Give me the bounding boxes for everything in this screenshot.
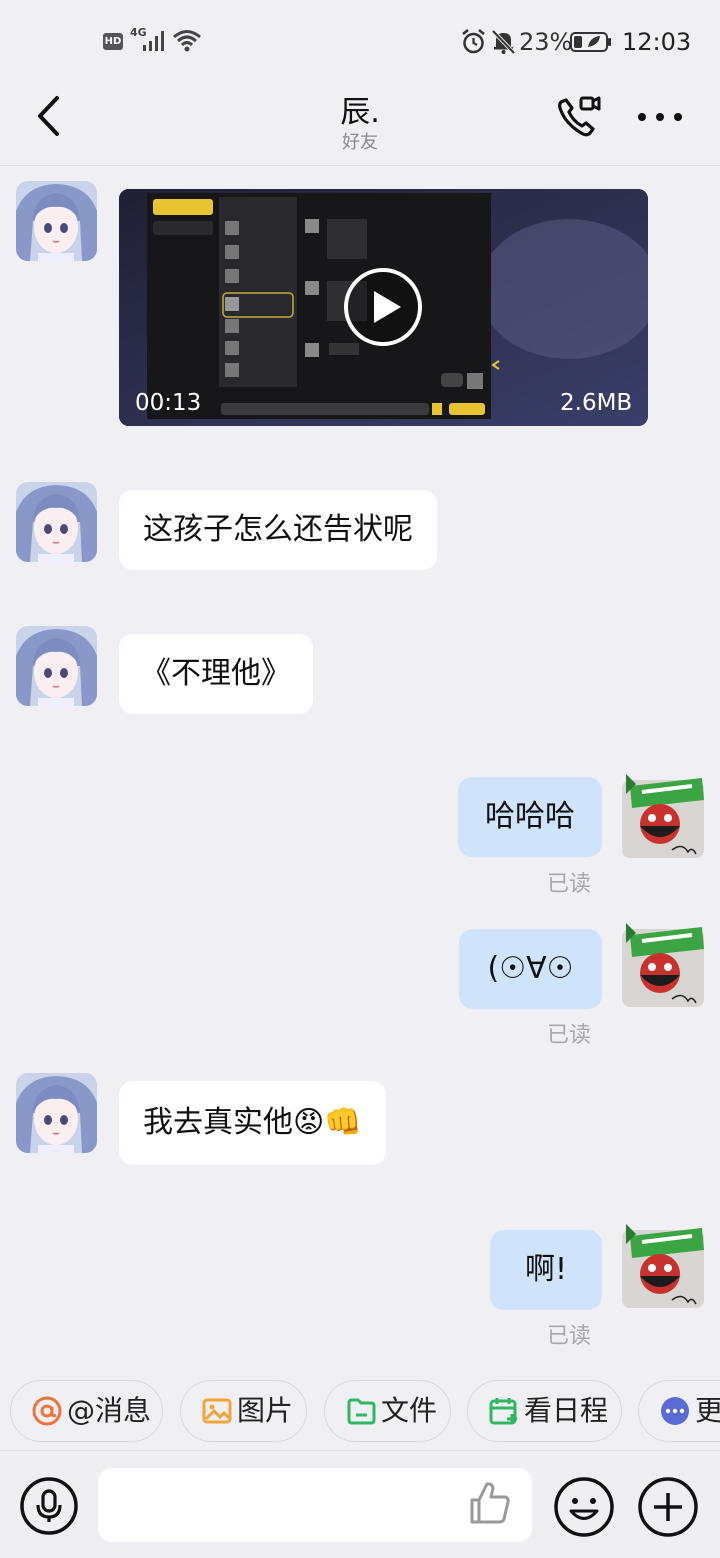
alarm-icon <box>462 29 485 54</box>
chip-label: @消息 <box>67 1394 152 1427</box>
outgoing-message-bubble[interactable]: 啊! <box>490 1230 602 1310</box>
mute-bell-icon <box>491 29 516 55</box>
my-avatar[interactable] <box>622 1218 704 1310</box>
hd-badge: HD <box>103 33 123 50</box>
more-options-icon[interactable] <box>632 98 688 136</box>
anime-girl-avatar-icon <box>16 482 97 562</box>
chip-label: 图片 <box>237 1394 294 1427</box>
incoming-message-bubble[interactable]: 《不理他》 <box>119 634 313 714</box>
chip-label: 看日程 <box>524 1394 609 1427</box>
anime-girl-avatar-icon <box>16 1073 97 1153</box>
friend-avatar[interactable] <box>16 1073 97 1153</box>
image-icon <box>202 1398 232 1424</box>
angry-face-emoji: 😡 <box>293 1105 325 1140</box>
video-duration: 00:13 <box>135 390 202 416</box>
anime-girl-avatar-icon <box>16 181 97 261</box>
friend-avatar[interactable] <box>16 482 97 562</box>
incoming-message-bubble[interactable]: 这孩子怎么还告状呢 <box>119 490 437 570</box>
my-avatar[interactable] <box>622 768 704 860</box>
sticker-avatar-icon <box>622 923 704 1007</box>
quick-action-bar: @消息 图片 文件 看日程 更 <box>0 1368 720 1450</box>
incoming-message-bubble[interactable]: 我去真实他😡👊 <box>119 1081 386 1165</box>
chat-subtitle: 好友 <box>342 132 378 153</box>
chip-label: 文件 <box>381 1394 438 1427</box>
more-chip[interactable]: 更 <box>638 1380 720 1442</box>
status-bar: HD 4G 23% 12:03 <box>0 0 720 84</box>
microphone-icon[interactable] <box>19 1476 79 1536</box>
play-icon[interactable] <box>343 267 423 347</box>
video-file-size: 2.6MB <box>560 390 633 416</box>
anime-girl-avatar-icon <box>16 626 97 706</box>
friend-avatar[interactable] <box>16 626 97 706</box>
outgoing-message-bubble[interactable]: (☉∀☉ <box>459 929 602 1009</box>
signal-icon <box>143 31 164 51</box>
chat-title: 辰. <box>340 95 380 130</box>
thumbs-up-icon[interactable] <box>468 1480 512 1526</box>
clock: 12:03 <box>622 28 692 56</box>
sticker-avatar-icon <box>622 1224 704 1308</box>
battery-icon <box>570 32 611 52</box>
chip-label: 更 <box>695 1381 720 1441</box>
at-icon <box>32 1396 62 1426</box>
message-text: 我去真实他 <box>143 1105 293 1140</box>
message-input[interactable] <box>98 1468 532 1542</box>
outgoing-message-bubble[interactable]: 哈哈哈 <box>458 777 602 857</box>
fist-emoji: 👊 <box>324 1105 362 1140</box>
my-avatar[interactable] <box>622 917 704 1009</box>
more-dots-icon <box>661 1397 689 1425</box>
read-receipt: 已读 <box>547 1023 592 1048</box>
read-receipt: 已读 <box>547 1324 592 1349</box>
plus-icon[interactable] <box>637 1476 699 1538</box>
mention-chip[interactable]: @消息 <box>10 1380 163 1442</box>
video-call-icon[interactable] <box>553 92 603 142</box>
friend-avatar[interactable] <box>16 181 97 261</box>
calendar-icon <box>489 1398 517 1425</box>
wifi-icon <box>173 30 201 52</box>
schedule-chip[interactable]: 看日程 <box>467 1380 622 1442</box>
sticker-avatar-icon <box>622 774 704 858</box>
read-receipt: 已读 <box>547 872 592 897</box>
image-chip[interactable]: 图片 <box>180 1380 307 1442</box>
folder-icon <box>347 1398 376 1425</box>
file-chip[interactable]: 文件 <box>324 1380 451 1442</box>
battery-percent: 23% <box>519 28 573 56</box>
emoji-icon[interactable] <box>553 1476 615 1538</box>
header-divider <box>0 165 720 166</box>
